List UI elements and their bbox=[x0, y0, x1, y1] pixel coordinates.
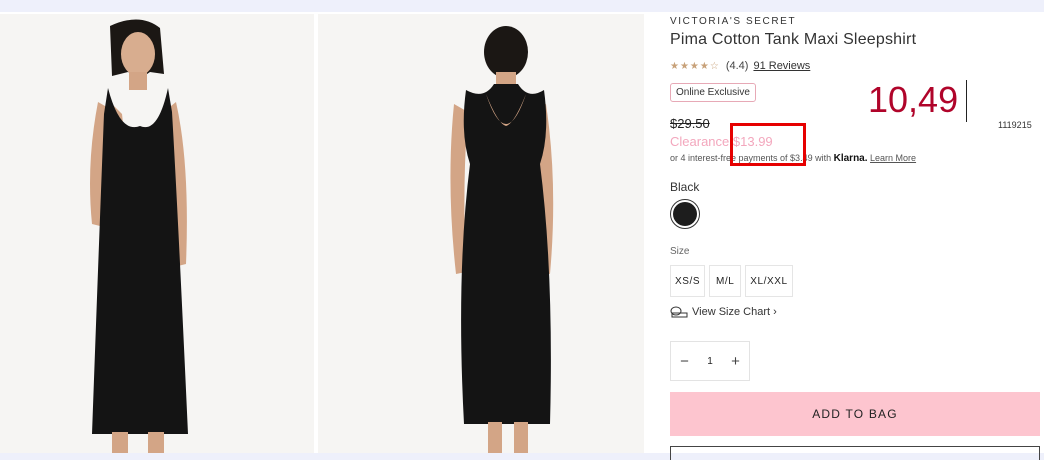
klarna-logo: Klarna. bbox=[833, 153, 868, 164]
secondary-button-edge[interactable] bbox=[670, 446, 1040, 460]
add-to-bag-button[interactable]: ADD TO BAG bbox=[670, 392, 1040, 436]
product-image-front[interactable] bbox=[0, 14, 314, 453]
size-chart-label: View Size Chart › bbox=[692, 306, 777, 318]
learn-more-link[interactable]: Learn More bbox=[870, 153, 916, 163]
size-label: Size bbox=[670, 246, 690, 257]
product-image-back[interactable] bbox=[318, 14, 644, 453]
view-size-chart-link[interactable]: View Size Chart › bbox=[670, 306, 777, 318]
quantity-stepper: − 1 + bbox=[670, 341, 750, 381]
brand-name: VICTORIA'S SECRET bbox=[670, 16, 797, 27]
stray-text: 1119215 bbox=[998, 120, 1032, 130]
rating-stars-icon: ★★★★☆ bbox=[670, 60, 720, 72]
tape-measure-icon bbox=[670, 306, 688, 318]
rating-score: (4.4) bbox=[725, 60, 749, 72]
quantity-increase-button[interactable]: + bbox=[731, 353, 740, 370]
text-cursor bbox=[966, 80, 967, 122]
size-option-m-l[interactable]: M/L bbox=[709, 265, 742, 297]
model-back-illustration bbox=[318, 14, 644, 453]
quantity-decrease-button[interactable]: − bbox=[680, 353, 689, 370]
model-front-illustration bbox=[0, 14, 314, 453]
rating-row: ★★★★☆ (4.4) 91 Reviews bbox=[670, 60, 810, 72]
sale-price-highlight-box bbox=[730, 123, 806, 166]
quantity-value[interactable]: 1 bbox=[707, 356, 713, 367]
typed-annotation: 10,49 bbox=[868, 79, 959, 120]
color-swatch-black[interactable] bbox=[670, 199, 700, 229]
color-name: Black bbox=[670, 180, 700, 194]
size-option-xs-s[interactable]: XS/S bbox=[670, 265, 706, 297]
online-exclusive-badge: Online Exclusive bbox=[670, 83, 756, 102]
swatch-fill bbox=[673, 202, 697, 226]
clearance-label: Clearance bbox=[670, 134, 730, 149]
product-title: Pima Cotton Tank Maxi Sleepshirt bbox=[670, 31, 917, 48]
size-options: XS/S M/L XL/XXL bbox=[670, 265, 793, 297]
product-info-panel: VICTORIA'S SECRET Pima Cotton Tank Maxi … bbox=[670, 0, 1044, 460]
reviews-link[interactable]: 91 Reviews bbox=[753, 60, 810, 72]
original-price: $29.50 bbox=[670, 116, 710, 131]
size-option-xl-xxl[interactable]: XL/XXL bbox=[745, 265, 793, 297]
